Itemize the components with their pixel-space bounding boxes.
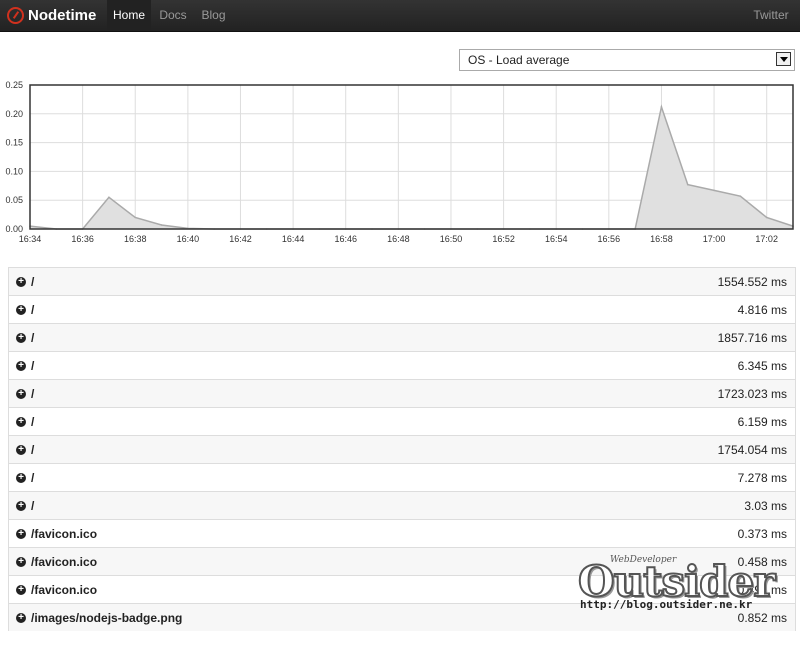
request-row[interactable]: + /images/nodejs-badge.png 0.852 ms <box>8 603 796 631</box>
request-time: 4.816 ms <box>737 303 787 317</box>
expand-plus-icon[interactable]: + <box>16 333 26 343</box>
x-tick-label: 16:54 <box>545 234 568 244</box>
expand-plus-icon[interactable]: + <box>16 417 26 427</box>
data-point <box>108 196 110 199</box>
data-point <box>686 183 689 186</box>
request-row[interactable]: + /favicon.ico 0.373 ms <box>8 519 796 547</box>
x-tick-label: 16:48 <box>387 234 410 244</box>
x-tick-label: 16:34 <box>19 234 42 244</box>
request-row[interactable]: + / 1554.552 ms <box>8 267 796 295</box>
request-list: + / 1554.552 ms + / 4.816 ms + / 1857.716 ms + / 6.… <box>8 267 796 631</box>
expand-plus-icon[interactable]: + <box>16 529 26 539</box>
x-tick-label: 16:44 <box>282 234 305 244</box>
request-path: / <box>31 471 35 485</box>
y-tick-label: 0.20 <box>5 109 23 119</box>
request-path: /favicon.ico <box>31 583 98 597</box>
request-row[interactable]: + / 1754.054 ms <box>8 435 796 463</box>
expand-plus-icon[interactable]: + <box>16 501 26 511</box>
x-tick-label: 16:38 <box>124 234 147 244</box>
request-path: / <box>31 443 35 457</box>
request-time: 0.852 ms <box>737 611 787 625</box>
expand-plus-icon[interactable]: + <box>16 473 26 483</box>
request-time: 0.373 ms <box>737 527 787 541</box>
expand-plus-icon[interactable]: + <box>16 361 26 371</box>
request-time: 1857.716 ms <box>717 331 787 345</box>
y-tick-label: 0.15 <box>5 138 23 148</box>
nav-twitter[interactable]: Twitter <box>748 0 794 31</box>
x-tick-label: 16:56 <box>598 234 621 244</box>
request-path: / <box>31 387 35 401</box>
request-row[interactable]: + / 1723.023 ms <box>8 379 796 407</box>
request-row[interactable]: + / 6.159 ms <box>8 407 796 435</box>
data-point <box>160 224 163 226</box>
x-tick-label: 16:52 <box>492 234 515 244</box>
x-tick-label: 16:36 <box>71 234 94 244</box>
request-row[interactable]: + / 7.278 ms <box>8 463 796 491</box>
request-row[interactable]: + / 4.816 ms <box>8 295 796 323</box>
y-tick-label: 0.00 <box>5 224 23 234</box>
nav-home[interactable]: Home <box>107 0 151 31</box>
data-point <box>713 189 715 192</box>
data-point <box>660 106 663 108</box>
expand-plus-icon[interactable]: + <box>16 557 26 567</box>
request-path: /images/nodejs-badge.png <box>31 611 183 625</box>
y-tick-label: 0.05 <box>5 195 23 205</box>
request-row[interactable]: + /favicon.ico 0.496 ms <box>8 575 796 603</box>
metric-select-value: OS - Load average <box>468 53 570 67</box>
request-path: / <box>31 331 35 345</box>
x-tick-label: 16:42 <box>229 234 252 244</box>
x-tick-label: 17:00 <box>703 234 726 244</box>
brand[interactable]: Nodetime <box>7 0 96 31</box>
request-time: 1754.054 ms <box>717 443 787 457</box>
request-path: / <box>31 415 35 429</box>
request-row[interactable]: + / 1857.716 ms <box>8 323 796 351</box>
request-path: /favicon.ico <box>31 555 98 569</box>
request-time: 0.496 ms <box>737 583 787 597</box>
y-tick-label: 0.25 <box>5 80 23 90</box>
request-row[interactable]: + / 3.03 ms <box>8 491 796 519</box>
brand-name: Nodetime <box>28 7 97 24</box>
nav-docs[interactable]: Docs <box>155 0 191 31</box>
x-tick-label: 16:50 <box>440 234 463 244</box>
data-point <box>134 216 137 219</box>
request-time: 6.345 ms <box>737 359 787 373</box>
expand-plus-icon[interactable]: + <box>16 389 26 399</box>
nodetime-logo-icon <box>7 7 24 24</box>
x-tick-label: 17:02 <box>755 234 778 244</box>
request-time: 0.458 ms <box>737 555 787 569</box>
request-path: / <box>31 499 35 513</box>
metric-select[interactable]: OS - Load average <box>459 49 795 71</box>
nav-blog[interactable]: Blog <box>197 0 230 31</box>
expand-plus-icon[interactable]: + <box>16 277 26 287</box>
request-time: 7.278 ms <box>737 471 787 485</box>
x-tick-label: 16:46 <box>334 234 357 244</box>
expand-plus-icon[interactable]: + <box>16 305 26 315</box>
data-point <box>739 195 742 197</box>
request-time: 6.159 ms <box>737 415 787 429</box>
top-navbar: Nodetime Home Docs Blog Twitter <box>0 0 800 32</box>
load-average-chart: 0.00 0.05 0.10 0.15 0.20 0.25 16:34 16:36 16:38 1… <box>5 80 794 244</box>
chevron-down-icon[interactable] <box>776 52 791 66</box>
data-point <box>765 216 768 219</box>
request-time: 1723.023 ms <box>717 387 787 401</box>
request-time: 3.03 ms <box>744 499 787 513</box>
expand-plus-icon[interactable]: + <box>16 613 26 623</box>
request-path: / <box>31 275 35 289</box>
request-path: /favicon.ico <box>31 527 98 541</box>
request-row[interactable]: + /favicon.ico 0.458 ms <box>8 547 796 575</box>
y-tick-label: 0.10 <box>5 166 23 176</box>
expand-plus-icon[interactable]: + <box>16 445 26 455</box>
request-path: / <box>31 359 35 373</box>
request-path: / <box>31 303 35 317</box>
request-time: 1554.552 ms <box>717 275 787 289</box>
expand-plus-icon[interactable]: + <box>16 585 26 595</box>
x-tick-label: 16:40 <box>177 234 200 244</box>
request-row[interactable]: + / 6.345 ms <box>8 351 796 379</box>
x-tick-label: 16:58 <box>650 234 673 244</box>
